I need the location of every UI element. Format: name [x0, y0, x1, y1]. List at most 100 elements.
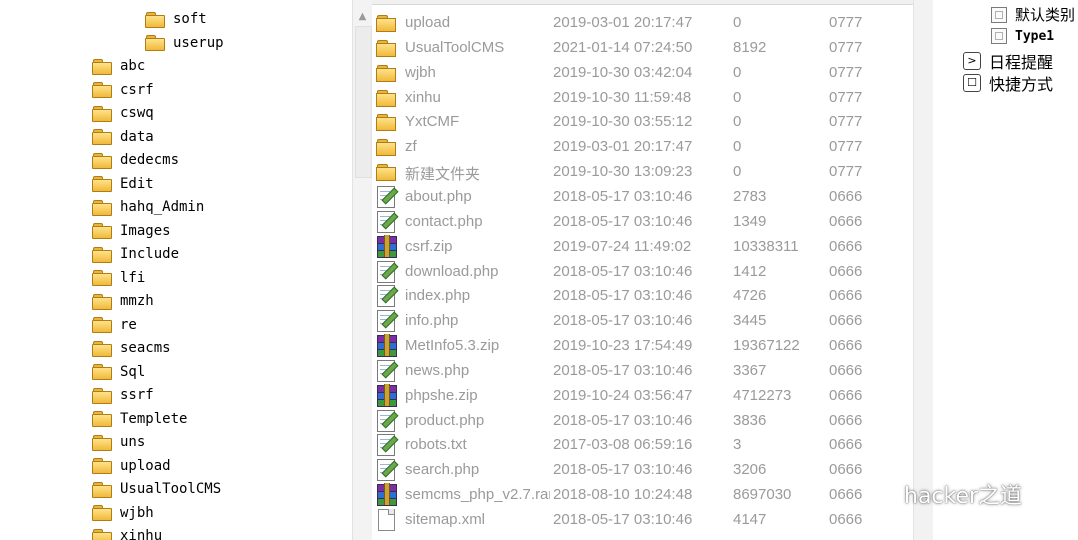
tree-item[interactable]: dedecms: [92, 149, 179, 171]
file-row[interactable]: search.php 2018-05-17 03:10:46 3206 0666: [372, 457, 913, 482]
file-row[interactable]: semcms_php_v2.7.rar 2018-08-10 10:24:48 86…: [372, 482, 913, 507]
file-row[interactable]: UsualToolCMS 2021-01-14 07:24:50 8192 0777: [372, 35, 913, 60]
file-row[interactable]: info.php 2018-05-17 03:10:46 3445 0666: [372, 308, 913, 333]
tree-item-label: soft: [173, 11, 207, 27]
folder-icon: [92, 129, 112, 145]
scroll-up-arrow-icon[interactable]: ▲: [356, 10, 369, 23]
tree-item-label: lfi: [120, 269, 146, 286]
tree-item[interactable]: xinhu: [92, 525, 162, 540]
tree-item-label: re: [120, 316, 137, 333]
folder-icon: [375, 61, 397, 83]
file-row[interactable]: sitemap.xml 2018-05-17 03:10:46 4147 0666: [372, 507, 913, 532]
tree-item[interactable]: seacms: [92, 337, 171, 359]
file-date: 2018-08-10 10:24:48: [553, 486, 693, 504]
tree-item[interactable]: Sql: [92, 361, 145, 383]
archive-icon: [375, 334, 397, 358]
tree-item[interactable]: re: [92, 314, 137, 336]
file-list-scrollbar[interactable]: [913, 0, 934, 540]
script-file-icon: [375, 260, 399, 283]
file-row[interactable]: news.php 2018-05-17 03:10:46 3367 0666: [372, 358, 913, 383]
file-size: 3445: [733, 312, 767, 330]
file-row[interactable]: YxtCMF 2019-10-30 03:55:12 0 0777: [372, 109, 913, 134]
tree-item[interactable]: Include: [92, 243, 179, 265]
file-permissions: 0777: [829, 113, 863, 131]
file-list: upload 2019-03-01 20:17:47 0 0777 UsualToolC…: [372, 0, 913, 540]
file-date: 2019-03-01 20:17:47: [553, 138, 693, 156]
file-row[interactable]: 新建文件夹 2019-10-30 13:09:23 0 0777: [372, 159, 913, 184]
file-row[interactable]: index.php 2018-05-17 03:10:46 4726 0666: [372, 283, 913, 308]
tree-item-label: Templete: [120, 410, 188, 427]
schedule-reminder[interactable]: > 日程提醒: [963, 49, 1053, 73]
tree-item[interactable]: lfi: [92, 267, 145, 289]
file-name: info.php: [405, 312, 459, 330]
watermark-text: hacker之道: [904, 484, 1023, 509]
file-size: 2783: [733, 187, 767, 205]
category-default-label: 默认类别: [1015, 6, 1076, 24]
file-date: 2019-10-30 03:42:04: [553, 63, 693, 81]
file-row[interactable]: product.php 2018-05-17 03:10:46 3836 0666: [372, 408, 913, 433]
tree-item-label: data: [120, 128, 154, 145]
tree-item[interactable]: hahq_Admin: [92, 196, 204, 218]
file-size: 0: [733, 14, 742, 31]
folder-icon: [92, 340, 112, 357]
file-name: csrf.zip: [405, 237, 453, 255]
tree-item[interactable]: mmzh: [92, 290, 154, 312]
tree-item[interactable]: soft: [145, 8, 207, 30]
tree-item[interactable]: abc: [92, 55, 145, 77]
tree-item[interactable]: csrf: [92, 79, 154, 101]
file-size: 0: [733, 138, 742, 156]
tree-scrollbar[interactable]: ▲: [352, 0, 373, 540]
file-size: 3: [733, 436, 742, 454]
tree-item[interactable]: UsualToolCMS: [92, 478, 221, 500]
file-row[interactable]: download.php 2018-05-17 03:10:46 1412 0666: [372, 259, 913, 284]
folder-icon: [375, 160, 397, 182]
tree-item-label: Include: [120, 246, 180, 262]
file-row[interactable]: zf 2019-03-01 20:17:47 0 0777: [372, 134, 913, 159]
column-header[interactable]: [372, 0, 913, 5]
file-size: 3206: [733, 461, 767, 479]
category-icon: [991, 28, 1007, 44]
tree-item[interactable]: Images: [92, 220, 171, 242]
file-row[interactable]: MetInfo5.3.zip 2019-10-23 17:54:49 1936712…: [372, 333, 913, 358]
file-name: YxtCMF: [405, 113, 460, 131]
file-name: about.php: [405, 187, 472, 205]
tree-item[interactable]: wjbh: [92, 502, 154, 524]
tree-item[interactable]: ssrf: [92, 384, 154, 406]
file-name: search.php: [405, 461, 480, 479]
tree-item-label: seacms: [120, 340, 171, 356]
tree-item[interactable]: data: [92, 126, 154, 148]
side-panel: 默认类别 Type1 > 日程提醒 ☐ 快捷方式: [933, 0, 1078, 540]
file-row[interactable]: robots.txt 2017-03-08 06:59:16 3 0666: [372, 432, 913, 457]
file-date: 2018-05-17 03:10:46: [553, 287, 693, 305]
file-row[interactable]: phpshe.zip 2019-10-24 03:56:47 4712273 0666: [372, 383, 913, 408]
folder-icon: [92, 152, 112, 169]
tree-item[interactable]: Edit: [92, 173, 154, 195]
shortcut[interactable]: ☐ 快捷方式: [963, 71, 1053, 95]
tree-item[interactable]: upload: [92, 455, 171, 477]
file-size: 4147: [733, 511, 767, 528]
file-date: 2018-05-17 03:10:46: [553, 212, 693, 230]
file-size: 4726: [733, 287, 767, 305]
tree-item[interactable]: Templete: [92, 408, 187, 430]
tree-item[interactable]: userup: [145, 32, 224, 54]
scroll-thumb[interactable]: [355, 26, 372, 178]
file-row[interactable]: xinhu 2019-10-30 11:59:48 0 0777: [372, 85, 913, 110]
file-row[interactable]: contact.php 2018-05-17 03:10:46 1349 0666: [372, 209, 913, 234]
archive-icon: [375, 383, 397, 407]
file-row[interactable]: upload 2019-03-01 20:17:47 0 0777: [372, 10, 913, 35]
file-permissions: 0666: [829, 386, 863, 404]
folder-icon: [375, 11, 397, 33]
file-row[interactable]: wjbh 2019-10-30 03:42:04 0 0777: [372, 60, 913, 85]
folder-icon: [92, 293, 112, 310]
category-default[interactable]: 默认类别: [991, 4, 1075, 25]
file-size: 0: [733, 63, 742, 81]
script-file-icon: [375, 359, 399, 382]
file-row[interactable]: about.php 2018-05-17 03:10:46 2783 0666: [372, 184, 913, 209]
tree-item[interactable]: uns: [92, 431, 145, 453]
file-permissions: 0777: [829, 163, 863, 181]
tree-item[interactable]: cswq: [92, 102, 154, 124]
category-type1[interactable]: Type1: [991, 28, 1054, 44]
tree-item-label: userup: [173, 34, 224, 51]
file-row[interactable]: csrf.zip 2019-07-24 11:49:02 10338311 0666: [372, 234, 913, 259]
file-icon: [375, 508, 397, 531]
